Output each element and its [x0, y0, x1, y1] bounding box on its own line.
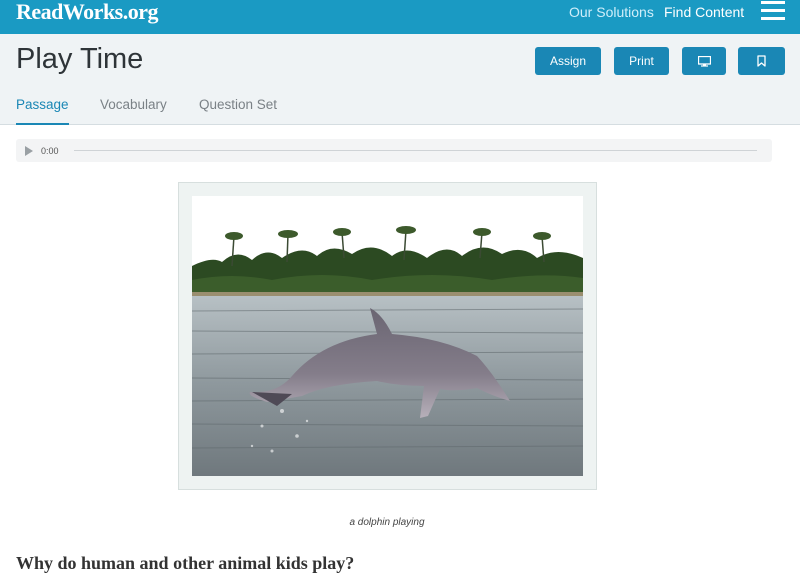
nav-link-find-content[interactable]: Find Content: [664, 4, 744, 20]
audio-player: 0:00: [16, 139, 772, 162]
assign-button[interactable]: Assign: [535, 47, 601, 75]
play-icon[interactable]: [25, 146, 33, 156]
tab-vocabulary[interactable]: Vocabulary: [100, 97, 167, 112]
nav-link-our-solutions[interactable]: Our Solutions: [569, 4, 654, 20]
dolphin-photo: [192, 196, 583, 476]
top-navigation-bar: ReadWorks.org Our Solutions Find Content: [0, 0, 800, 34]
audio-progress-track[interactable]: [74, 150, 757, 151]
passage-image-frame: [178, 182, 597, 490]
tab-question-set[interactable]: Question Set: [199, 97, 277, 112]
print-button[interactable]: Print: [614, 47, 669, 75]
tab-passage[interactable]: Passage: [16, 97, 69, 125]
bookmark-button[interactable]: [738, 47, 785, 75]
dolphin-photo-graphic: [192, 196, 583, 476]
passage-header: Play Time Assign Print Passage Vocabular…: [0, 34, 800, 125]
monitor-icon: [697, 55, 711, 67]
bookmark-icon: [757, 55, 766, 67]
hamburger-menu-icon[interactable]: [761, 1, 785, 21]
page-title: Play Time: [16, 43, 144, 75]
image-caption: a dolphin playing: [349, 517, 425, 528]
passage-tabs: Passage Vocabulary Question Set: [0, 96, 800, 125]
present-button[interactable]: [682, 47, 726, 75]
section-heading: Why do human and other animal kids play?: [16, 553, 355, 573]
readworks-logo[interactable]: ReadWorks.org: [16, 0, 159, 25]
audio-time: 0:00: [41, 146, 59, 156]
